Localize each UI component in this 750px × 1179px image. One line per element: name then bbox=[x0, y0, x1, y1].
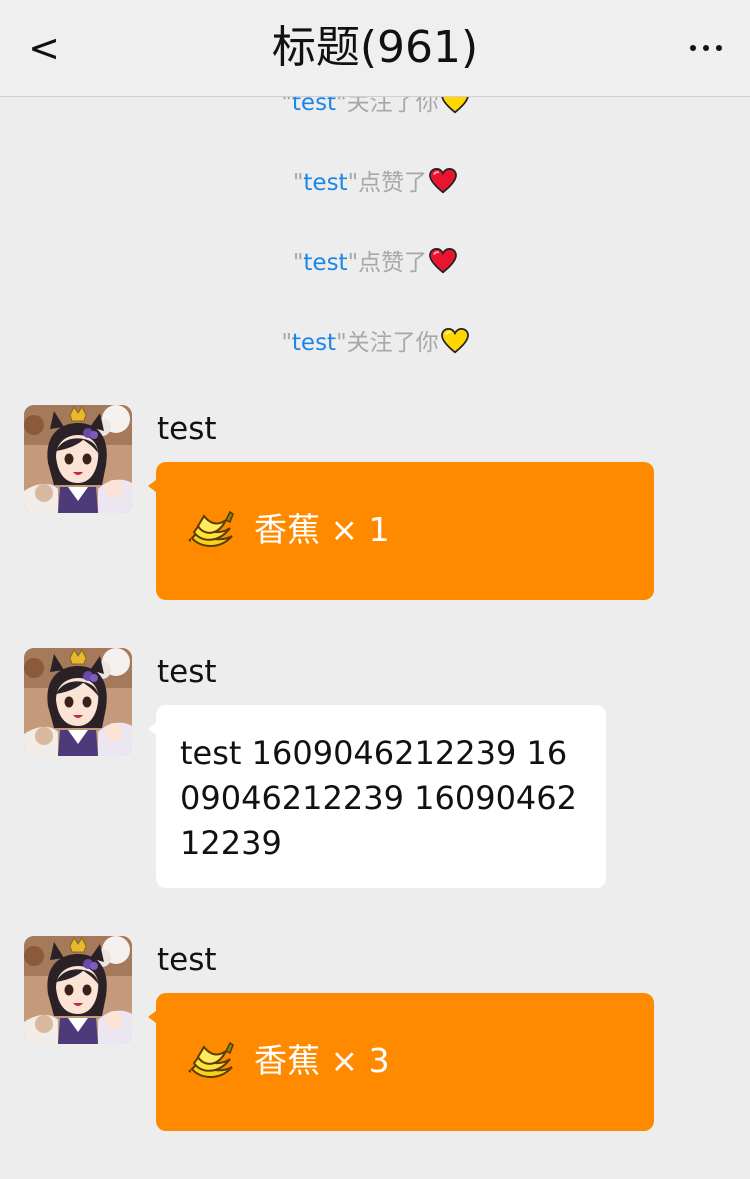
avatar[interactable] bbox=[24, 936, 132, 1044]
more-options-icon[interactable] bbox=[688, 40, 724, 56]
chat-list[interactable]: "test"关注了你 "test"点赞了 "test"点赞了 "test"关注了… bbox=[0, 97, 750, 1179]
banana-icon bbox=[186, 1033, 238, 1085]
message-text: test 1609046212239 1609046212239 1609046… bbox=[180, 734, 577, 862]
red-heart-icon bbox=[429, 168, 457, 194]
top-bar: < 标题(961) bbox=[0, 0, 750, 97]
quote-close: " bbox=[336, 330, 347, 356]
system-notice: "test"点赞了 bbox=[0, 248, 750, 278]
quote-open: " bbox=[281, 330, 292, 356]
notice-action: 点赞了 bbox=[358, 170, 428, 196]
dot bbox=[716, 45, 722, 51]
notice-action: 点赞了 bbox=[358, 250, 428, 276]
notice-username[interactable]: test bbox=[303, 250, 347, 276]
quote-open: " bbox=[281, 97, 292, 116]
system-notice: "test"关注了你 bbox=[0, 328, 750, 358]
avatar-image bbox=[24, 936, 132, 1044]
banana-icon bbox=[186, 502, 238, 554]
avatar[interactable] bbox=[24, 405, 132, 513]
quote-open: " bbox=[292, 170, 304, 196]
avatar[interactable] bbox=[24, 648, 132, 756]
text-bubble[interactable]: test 1609046212239 1609046212239 1609046… bbox=[148, 705, 606, 888]
avatar-image bbox=[24, 648, 132, 756]
system-notice: "test"点赞了 bbox=[0, 168, 750, 198]
quote-close: " bbox=[347, 250, 359, 276]
quote-close: " bbox=[347, 170, 359, 196]
page-title: 标题(961) bbox=[271, 22, 479, 73]
gift-bubble[interactable]: 香蕉 × 3 bbox=[148, 993, 654, 1131]
notice-username[interactable]: test bbox=[292, 330, 336, 356]
gift-bubble[interactable]: 香蕉 × 1 bbox=[148, 462, 654, 600]
sender-name: test bbox=[157, 654, 217, 690]
gift-text: 香蕉 × 1 bbox=[254, 510, 390, 549]
yellow-heart-icon bbox=[441, 97, 469, 114]
red-heart-icon bbox=[429, 248, 457, 274]
notice-username[interactable]: test bbox=[292, 97, 336, 116]
system-notice: "test"关注了你 bbox=[0, 97, 750, 118]
yellow-heart-icon bbox=[441, 328, 469, 354]
quote-close: " bbox=[336, 97, 347, 116]
notice-username[interactable]: test bbox=[303, 170, 347, 196]
sender-name: test bbox=[157, 942, 217, 978]
quote-open: " bbox=[292, 250, 304, 276]
dot bbox=[703, 45, 709, 51]
sender-name: test bbox=[157, 411, 217, 447]
notice-action: 关注了你 bbox=[346, 330, 439, 356]
notice-action: 关注了你 bbox=[346, 97, 439, 116]
avatar-image bbox=[24, 405, 132, 513]
dot bbox=[690, 45, 696, 51]
gift-text: 香蕉 × 3 bbox=[254, 1041, 390, 1080]
